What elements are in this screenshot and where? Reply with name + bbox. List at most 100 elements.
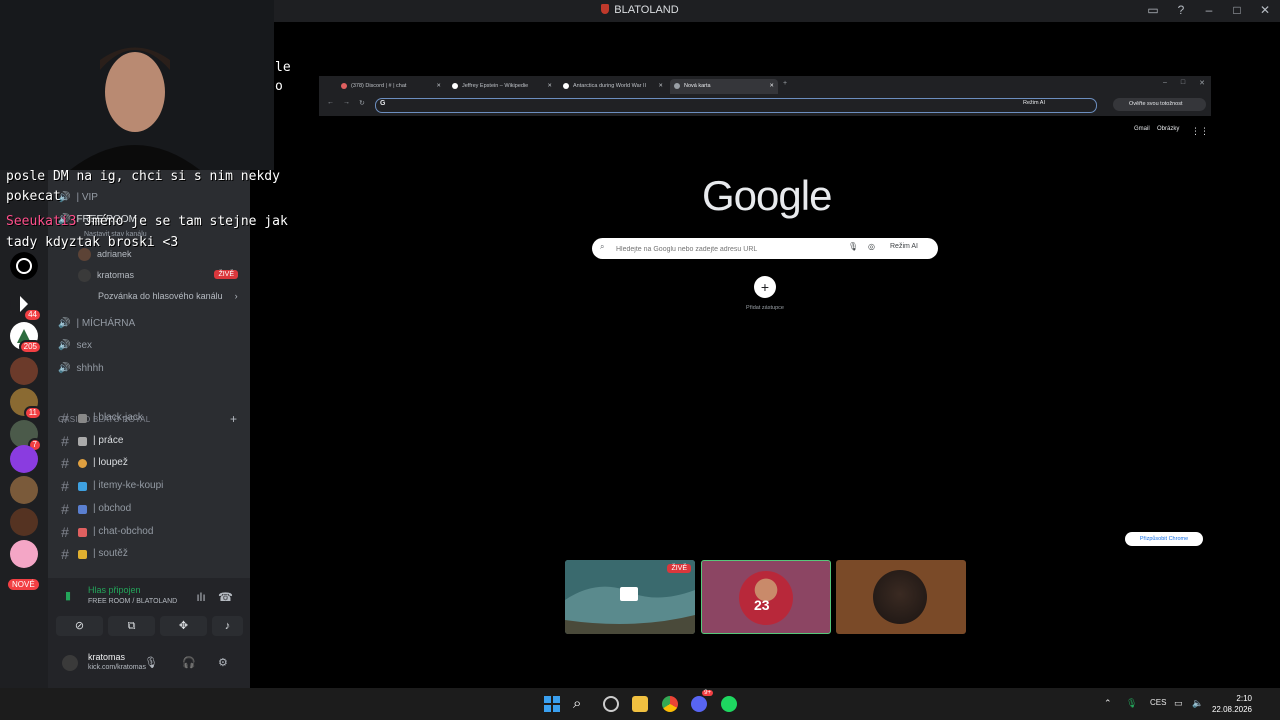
openai-icon[interactable] [10,252,38,280]
language-indicator[interactable]: CES [1150,698,1166,707]
voice-channel-sex[interactable]: 🔊 sex [58,336,92,356]
customize-chrome-button[interactable]: Přizpůsobit Chrome [1125,532,1203,546]
clock[interactable]: 2:10 22.08.2026 [1212,693,1252,715]
server-icon[interactable]: 11 [10,388,42,420]
waveform-icon[interactable]: ılı [194,590,208,604]
google-lens-icon[interactable]: ◎ [868,242,875,251]
tab-title: (378) Discord | # | chat [351,83,407,89]
microphone-icon[interactable]: 🎙 [144,656,158,669]
windows-start-icon[interactable] [544,696,560,712]
spotify-icon[interactable] [721,696,737,712]
server-icon[interactable]: 44 [10,290,42,322]
server-icon[interactable] [10,508,38,536]
channel-label: shhhh [76,363,104,374]
text-channel[interactable]: # | práce [58,431,123,451]
invite-to-voice[interactable]: Pozvánka do hlasového kanálu › [98,287,238,305]
chat-overlay-line: pokecat [6,189,61,204]
file-explorer-icon[interactable] [632,696,648,712]
help-icon[interactable]: ? [1174,3,1188,17]
server-icon[interactable] [10,357,38,385]
screen-share-button[interactable]: ⧉ [108,616,155,636]
network-icon[interactable]: ▭ [1174,698,1183,709]
close-tab-icon[interactable]: ✕ [658,79,663,94]
google-search-box[interactable]: ⌕ 🎙 ◎ Režim AI [592,238,938,259]
volume-icon[interactable]: 🔈 [1192,698,1203,709]
close-tab-icon[interactable]: ✕ [547,79,552,94]
browser-tab[interactable]: Antarctica during World War II ✕ [559,79,667,94]
close-icon[interactable]: ✕ [1199,79,1205,87]
server-icon[interactable] [10,476,38,504]
browser-tab[interactable]: Nová karta ✕ [670,79,778,94]
address-bar[interactable]: G [375,98,1097,113]
verify-identity-button[interactable]: Ověřte svou totožnost [1113,98,1206,111]
images-link[interactable]: Obrázky [1157,126,1179,132]
search-icon[interactable]: ⌕ [573,696,589,712]
add-channel-icon[interactable]: + [230,412,237,426]
maximize-icon[interactable]: □ [1181,79,1185,87]
new-tab-icon[interactable]: + [783,80,787,87]
inbox-icon[interactable]: ▭ [1146,3,1160,17]
ai-mode-chip[interactable]: Režim AI [1023,100,1045,106]
channel-label: sex [76,340,93,351]
live-badge: ŽIVĚ [214,270,238,279]
channel-emoji-icon [78,458,87,468]
tab-title: Nová karta [684,83,711,89]
text-channel[interactable]: # | soutěž [58,544,128,564]
google-logo: Google [702,172,832,219]
server-icon[interactable]: 205 [10,322,42,354]
browser-tab[interactable]: (378) Discord | # | chat ✕ [337,79,445,94]
favicon-icon [341,83,347,89]
server-icon[interactable] [10,445,38,473]
browser-tab[interactable]: Jeffrey Epstein – Wikipedie ✕ [448,79,556,94]
chevron-up-icon[interactable]: ⌃ [1104,698,1112,709]
maximize-icon[interactable]: □ [1230,3,1244,17]
avatar [78,268,91,282]
voice-channel-michrna[interactable]: 🔊 | MÍCHÁRNA [58,314,135,334]
text-channel[interactable]: # | loupež [58,453,128,473]
voice-room[interactable]: FREE ROOM / BLATOLAND [88,598,177,605]
voice-channel-vip[interactable]: 🔊 | VIP [58,188,98,208]
server-icon[interactable]: 7 [10,420,42,452]
gear-icon[interactable]: ⚙ [218,656,228,669]
participant-tile[interactable]: 23 [701,560,831,634]
voice-channel-shhhh[interactable]: 🔊 shhhh [58,359,104,379]
apps-grid-icon[interactable]: ⋮⋮ [1191,126,1209,137]
chat-nick: Seeukati3 [6,214,77,229]
disconnect-icon[interactable]: ☎ [218,590,233,604]
soundboard-button[interactable]: ♪ [212,616,243,636]
copilot-icon[interactable] [603,696,619,712]
microphone-icon[interactable]: 🎙 [1126,698,1137,709]
forward-icon[interactable]: → [343,99,350,106]
chat-overlay-line: tady kdyztak broski <3 [6,235,179,250]
camera-off-button[interactable]: ⊘ [56,616,103,636]
gmail-link[interactable]: Gmail [1134,126,1150,132]
speaker-icon: 🔊 [58,318,71,329]
back-icon[interactable]: ← [327,99,334,106]
minimize-icon[interactable]: – [1163,79,1167,87]
reload-icon[interactable]: ↻ [359,99,365,107]
add-shortcut-button[interactable]: + [754,276,776,298]
stream-tile[interactable]: ŽIVĚ [565,560,695,634]
new-badge: NOVÉ [8,579,39,590]
text-channel[interactable]: # | obchod [58,499,131,519]
avatar[interactable] [62,655,78,671]
activities-button[interactable]: ✥ [160,616,207,636]
participant-tile[interactable] [836,560,966,634]
text-channel[interactable]: # | chat-obchod [58,522,153,542]
close-tab-icon[interactable]: ✕ [769,79,774,94]
window-title-text: BLATOLAND [614,4,679,16]
close-icon[interactable]: ✕ [1258,3,1272,17]
chrome-icon[interactable] [662,696,678,712]
discord-icon[interactable]: 9+ [691,690,713,712]
search-input[interactable] [614,241,838,257]
microphone-icon[interactable]: 🎙 [848,242,858,251]
minimize-icon[interactable]: – [1202,3,1216,17]
text-channel[interactable]: # | itemy-ke-koupi [58,476,163,496]
ai-mode-button[interactable]: Režim AI [890,243,918,250]
text-channel[interactable]: # | black-jack [58,408,143,428]
server-icon[interactable] [10,540,38,568]
voice-user[interactable]: kratomas [78,266,134,284]
headphones-icon[interactable]: 🎧 [182,656,196,669]
close-tab-icon[interactable]: ✕ [436,79,441,94]
channel-label: | práce [93,435,124,446]
